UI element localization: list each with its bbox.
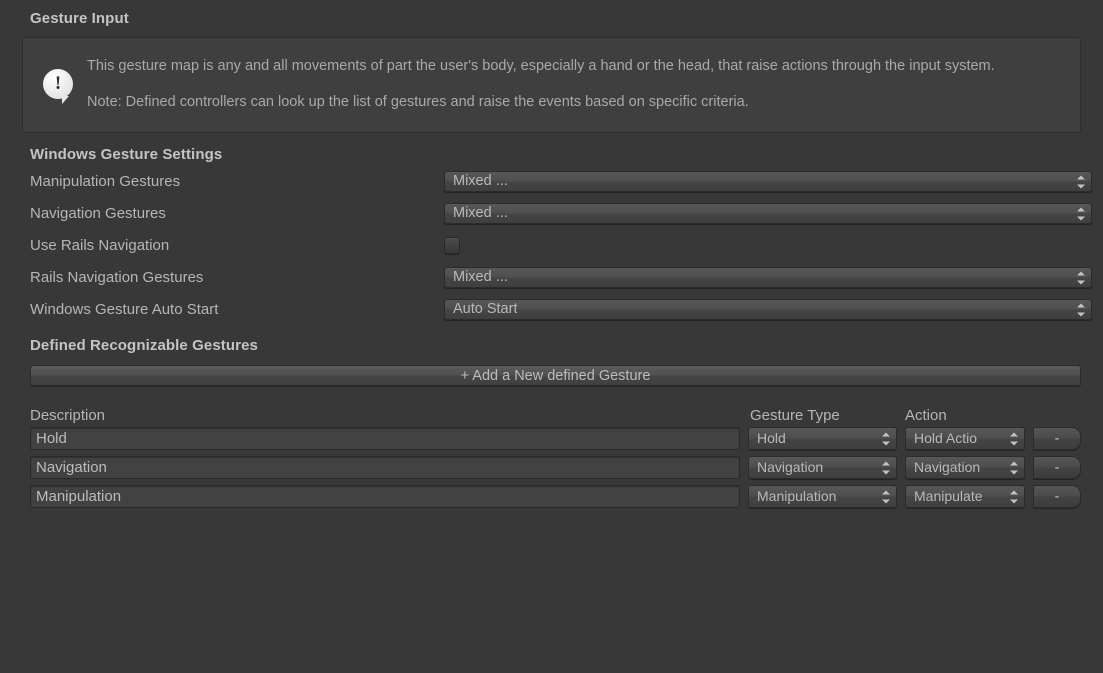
- dropdown-value: Mixed ...: [453, 204, 508, 223]
- remove-button-label: -: [1055, 489, 1060, 504]
- property-label: Manipulation Gestures: [30, 173, 444, 190]
- chevron-updown-icon: [1076, 303, 1085, 316]
- chevron-updown-icon: [1009, 432, 1018, 445]
- chevron-updown-icon: [881, 490, 890, 503]
- action-dropdown[interactable]: Hold Actio: [905, 427, 1025, 450]
- helpbox-text: This gesture map is any and all movement…: [81, 56, 1068, 113]
- property-field: Auto Start: [444, 299, 1092, 320]
- action-dropdown[interactable]: Manipulate: [905, 485, 1025, 508]
- dropdown-value: Mixed ...: [453, 172, 508, 191]
- remove-cell: -: [1025, 427, 1081, 450]
- add-button-label: + Add a New defined Gesture: [461, 368, 651, 384]
- gesture-type-dropdown[interactable]: Manipulation: [748, 485, 897, 508]
- helpbox-paragraph-2: Note: Defined controllers can look up th…: [87, 92, 1068, 113]
- table-row: Hold Hold Hold Actio: [30, 427, 1081, 450]
- section-title-defined-recognizable-gestures: Defined Recognizable Gestures: [0, 323, 1092, 354]
- description-cell: Manipulation: [30, 485, 740, 508]
- property-label: Navigation Gestures: [30, 205, 444, 222]
- description-value: Hold: [36, 430, 67, 447]
- action-cell: Hold Actio: [897, 427, 1025, 450]
- helpbox-paragraph-1: This gesture map is any and all movement…: [87, 56, 1068, 77]
- windows-gesture-auto-start-dropdown[interactable]: Auto Start: [444, 299, 1092, 320]
- dropdown-value: Hold Actio: [914, 429, 977, 448]
- property-label: Rails Navigation Gestures: [30, 269, 444, 286]
- property-field: Mixed ...: [444, 267, 1092, 288]
- action-dropdown[interactable]: Navigation: [905, 456, 1025, 479]
- chevron-updown-icon: [1076, 207, 1085, 220]
- chevron-updown-icon: [1009, 461, 1018, 474]
- dropdown-value: Hold: [757, 429, 786, 448]
- gesture-description-input[interactable]: Navigation: [30, 456, 740, 479]
- property-row-navigation-gestures: Navigation Gestures Mixed ...: [0, 200, 1092, 227]
- gesture-description-input[interactable]: Manipulation: [30, 485, 740, 508]
- column-header-action: Action: [897, 407, 1025, 424]
- info-exclamation-icon: !: [35, 69, 81, 99]
- gesture-type-cell: Manipulation: [740, 485, 897, 508]
- property-field: Mixed ...: [444, 171, 1092, 192]
- property-row-use-rails-navigation: Use Rails Navigation: [0, 232, 1092, 259]
- chevron-updown-icon: [1076, 175, 1085, 188]
- description-value: Manipulation: [36, 488, 121, 505]
- property-field: Mixed ...: [444, 203, 1092, 224]
- remove-gesture-button[interactable]: -: [1033, 427, 1081, 450]
- use-rails-navigation-checkbox[interactable]: [444, 237, 460, 254]
- page-title: Gesture Input: [0, 0, 1092, 27]
- navigation-gestures-dropdown[interactable]: Mixed ...: [444, 203, 1092, 224]
- dropdown-value: Navigation: [757, 458, 823, 477]
- dropdown-value: Manipulation: [757, 487, 836, 506]
- remove-gesture-button[interactable]: -: [1033, 456, 1081, 479]
- property-field: [444, 237, 1092, 254]
- remove-button-label: -: [1055, 431, 1060, 446]
- table-row: Manipulation Manipulation Manipulate: [30, 485, 1081, 508]
- gesture-input-inspector-panel: Gesture Input ! This gesture map is any …: [0, 0, 1103, 508]
- gesture-description-input[interactable]: Hold: [30, 427, 740, 450]
- remove-gesture-button[interactable]: -: [1033, 485, 1081, 508]
- dropdown-value: Manipulate: [914, 487, 983, 506]
- dropdown-value: Mixed ...: [453, 268, 508, 287]
- chevron-updown-icon: [881, 432, 890, 445]
- gesture-type-cell: Hold: [740, 427, 897, 450]
- dropdown-value: Navigation: [914, 458, 980, 477]
- gesture-type-cell: Navigation: [740, 456, 897, 479]
- chevron-updown-icon: [881, 461, 890, 474]
- section-title-windows-gesture-settings: Windows Gesture Settings: [0, 133, 1092, 163]
- property-row-windows-gesture-auto-start: Windows Gesture Auto Start Auto Start: [0, 296, 1092, 323]
- info-helpbox: ! This gesture map is any and all moveme…: [22, 37, 1081, 133]
- column-header-gesture-type: Gesture Type: [740, 407, 897, 424]
- chevron-updown-icon: [1076, 271, 1085, 284]
- property-row-rails-navigation-gestures: Rails Navigation Gestures Mixed ...: [0, 264, 1092, 291]
- remove-cell: -: [1025, 485, 1081, 508]
- gesture-type-dropdown[interactable]: Hold: [748, 427, 897, 450]
- defined-gestures-table: Description Gesture Type Action Hold Hol…: [0, 403, 1092, 508]
- description-cell: Navigation: [30, 456, 740, 479]
- manipulation-gestures-dropdown[interactable]: Mixed ...: [444, 171, 1092, 192]
- property-row-manipulation-gestures: Manipulation Gestures Mixed ...: [0, 168, 1092, 195]
- remove-cell: -: [1025, 456, 1081, 479]
- add-new-defined-gesture-button[interactable]: + Add a New defined Gesture: [30, 365, 1081, 386]
- table-header-row: Description Gesture Type Action: [30, 403, 1081, 427]
- table-row: Navigation Navigation Navigation: [30, 456, 1081, 479]
- description-value: Navigation: [36, 459, 107, 476]
- property-label: Use Rails Navigation: [30, 237, 444, 254]
- gesture-type-dropdown[interactable]: Navigation: [748, 456, 897, 479]
- exclamation-glyph: !: [43, 69, 73, 99]
- dropdown-value: Auto Start: [453, 300, 517, 319]
- column-header-description: Description: [30, 407, 740, 424]
- action-cell: Manipulate: [897, 485, 1025, 508]
- action-cell: Navigation: [897, 456, 1025, 479]
- description-cell: Hold: [30, 427, 740, 450]
- rails-navigation-gestures-dropdown[interactable]: Mixed ...: [444, 267, 1092, 288]
- chevron-updown-icon: [1009, 490, 1018, 503]
- property-label: Windows Gesture Auto Start: [30, 301, 444, 318]
- remove-button-label: -: [1055, 460, 1060, 475]
